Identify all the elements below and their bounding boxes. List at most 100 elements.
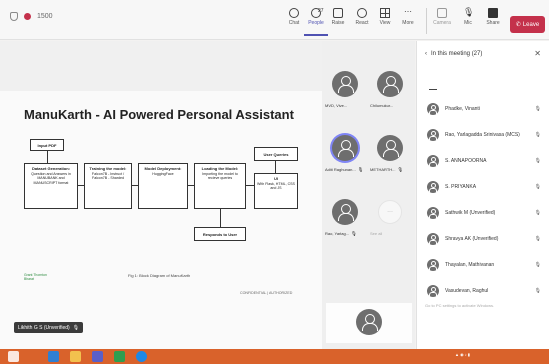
stage-header-band: [0, 41, 322, 91]
participant-row[interactable]: Thayalan, Mathivanan 🎙: [427, 257, 547, 273]
participant-row[interactable]: Rao, Yarlagadda Srinivasa (MCS) 🎙: [427, 127, 547, 143]
recording-icon: [24, 13, 31, 20]
meeting-toolbar: 1500 Chat 27 People Raise React View ⋯ M…: [0, 0, 549, 40]
shield-icon: [10, 12, 18, 21]
panel-title: In this meeting (27): [431, 51, 483, 57]
arrow: [246, 185, 254, 186]
video-gallery: MVD, Vive... Chilumukur... Aditi Raghuna…: [322, 41, 415, 349]
avatar: [377, 71, 403, 97]
phone-icon: ✆: [515, 22, 521, 28]
share-button[interactable]: Share: [481, 6, 505, 36]
start-icon[interactable]: [8, 351, 19, 362]
activate-windows-watermark: Go to PC settings to activate Windows.: [425, 303, 495, 308]
ui-box: UI With Flask, HTML, CSS and JS: [254, 173, 298, 209]
leave-button[interactable]: ✆ Leave: [510, 16, 545, 33]
mic-icon: 🎙: [72, 324, 80, 331]
meeting-timer: 1500: [37, 13, 53, 20]
participant-row[interactable]: Phadke, Vinanti 🎙: [427, 101, 547, 117]
loading-model-box: Loading the Model: Importing the model t…: [194, 163, 246, 209]
avatar: [427, 233, 439, 245]
people-count: 27: [318, 8, 324, 14]
collapse-bar: [429, 89, 437, 90]
raise-hand-button[interactable]: Raise: [326, 6, 350, 36]
excel-icon[interactable]: [114, 351, 125, 362]
camera-button[interactable]: Camera: [430, 6, 454, 36]
video-tile[interactable]: METHARTH... 🎙: [369, 127, 411, 185]
mic-icon: 🎙: [463, 7, 475, 17]
participant-row[interactable]: S. ANNAPOORNA 🎙: [427, 153, 547, 169]
see-all-label: See all: [370, 231, 383, 236]
mic-muted-icon: 🎙: [534, 132, 541, 138]
arrow: [275, 161, 276, 173]
see-all-tile[interactable]: ... See all: [369, 191, 411, 249]
mic-muted-icon: 🎙: [534, 184, 541, 190]
teams-icon[interactable]: [92, 351, 103, 362]
video-tile[interactable]: MVD, Vive...: [324, 63, 366, 121]
participant-name: Chilumukur...: [370, 103, 394, 108]
shared-screen: ManuKarth - AI Powered Personal Assistan…: [0, 41, 322, 349]
avatar: [427, 259, 439, 271]
video-tile[interactable]: Aditi Raghunan... 🎙: [324, 127, 366, 185]
avatar: [427, 181, 439, 193]
participant-row[interactable]: Vasudevan, Raghul 🎙: [427, 283, 547, 299]
raise-hand-icon: [333, 8, 343, 18]
participant-row[interactable]: Shravya AK (Unverified) 🎙: [427, 231, 547, 247]
model-deployment-box: Model Deployment: HuggingFace: [138, 163, 188, 209]
browser-icon[interactable]: [48, 351, 59, 362]
more-button[interactable]: ⋯ More: [396, 6, 420, 36]
mic-muted-icon: 🎙: [534, 236, 541, 242]
camera-icon: [437, 8, 447, 18]
chat-button[interactable]: Chat: [282, 6, 306, 36]
user-queries-box: User Queries: [254, 147, 298, 161]
avatar: [332, 135, 358, 161]
people-button[interactable]: 27 People: [304, 6, 328, 36]
participant-row[interactable]: S. PRIYANKA 🎙: [427, 179, 547, 195]
arrow: [220, 209, 221, 227]
mic-muted-icon: 🎙: [534, 158, 541, 164]
figure-caption: Fig 1: Block Diagram of ManuKarth: [128, 273, 191, 278]
avatar: [332, 199, 358, 225]
video-tile[interactable]: Rao, Yarlag... 🎙: [324, 191, 366, 249]
view-icon: [380, 8, 390, 18]
video-tile[interactable]: Chilumukur...: [369, 63, 411, 121]
participant-name: METHARTH...: [370, 167, 396, 172]
mic-icon: 🎙: [397, 167, 404, 172]
input-pdf-box: Input PDF: [30, 139, 64, 151]
participant-name: Rao, Yarlag...: [325, 231, 350, 236]
more-icon: ⋯: [404, 7, 412, 16]
windows-taskbar: ▲ ◉ ♪ ▮: [0, 349, 549, 364]
participants-panel: ‹ In this meeting (27) ✕ Phadke, Vinanti…: [416, 41, 549, 349]
avatar: [356, 309, 382, 335]
presentation-slide: ManuKarth - AI Powered Personal Assistan…: [10, 97, 316, 357]
toolbar-divider: [426, 8, 427, 34]
view-button[interactable]: View: [373, 6, 397, 36]
back-icon[interactable]: ‹: [425, 51, 427, 57]
responds-box: Responds to User: [194, 227, 246, 241]
avatar: [332, 71, 358, 97]
mic-muted-icon: 🎙: [534, 262, 541, 268]
company-logo: Grant Thornton Bharat: [24, 273, 47, 282]
chat-icon: [289, 8, 299, 18]
avatar: [427, 285, 439, 297]
avatar: [427, 103, 439, 115]
presenter-name-tag: Likhith G S (Unverified) 🎙: [14, 322, 84, 333]
avatar: [377, 135, 403, 161]
self-view-tile[interactable]: [326, 303, 412, 343]
avatar: [427, 129, 439, 141]
confidential-footer: CONFIDENTIAL | AUTHORIZED: [240, 291, 293, 295]
meeting-status: 1500: [10, 12, 53, 21]
arrow: [47, 151, 48, 163]
close-icon[interactable]: ✕: [534, 49, 541, 58]
system-tray-icons: ▲ ◉ ♪ ▮: [455, 352, 470, 357]
training-model-box: Training the model: Falcon7B - Instruct …: [84, 163, 132, 209]
mic-button[interactable]: 🎙 Mic: [456, 6, 480, 36]
react-button[interactable]: React: [350, 6, 374, 36]
participant-name: Aditi Raghunan...: [325, 167, 356, 172]
folder-icon[interactable]: [70, 351, 81, 362]
edge-icon[interactable]: [136, 351, 147, 362]
mic-muted-icon: 🎙: [534, 210, 541, 216]
mic-icon: 🎙: [357, 167, 364, 172]
participant-name: MVD, Vive...: [325, 103, 348, 108]
participant-row[interactable]: Sathwik M (Unverified) 🎙: [427, 205, 547, 221]
dataset-generation-box: Dataset Generation: Question and Answers…: [24, 163, 78, 209]
